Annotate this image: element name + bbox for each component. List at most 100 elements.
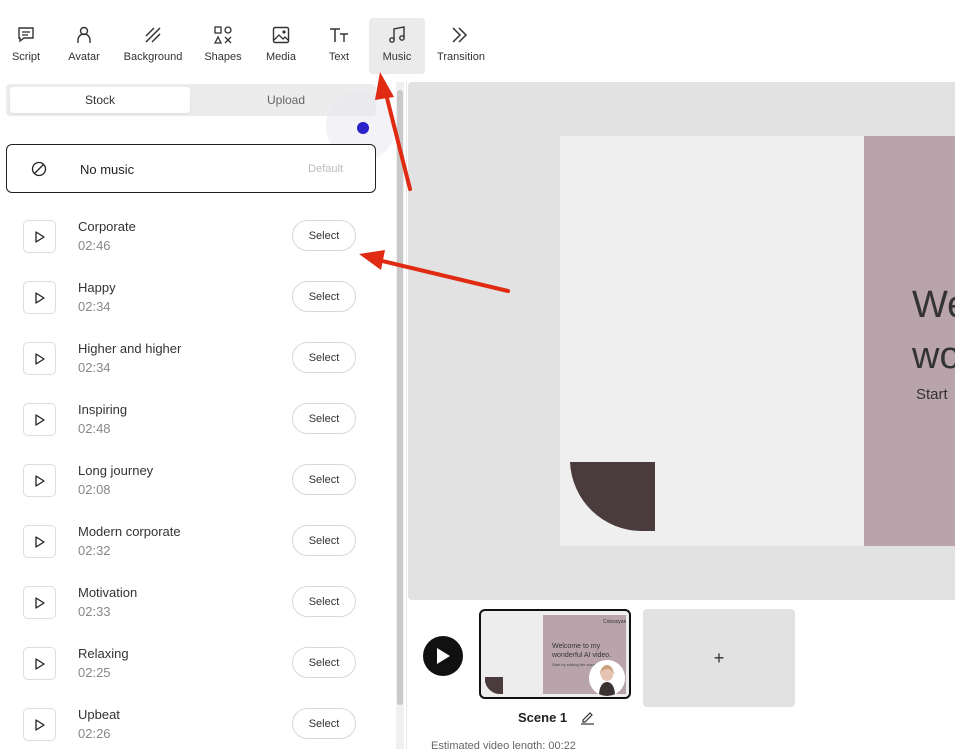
track-item: Modern corporate 02:32 Select bbox=[6, 524, 376, 574]
tool-script[interactable]: Script bbox=[6, 18, 46, 74]
scene-label: Scene 1 bbox=[518, 710, 568, 725]
play-icon bbox=[34, 413, 45, 426]
track-item: Happy 02:34 Select bbox=[6, 280, 376, 330]
track-item: Motivation 02:33 Select bbox=[6, 585, 376, 635]
track-play-button[interactable] bbox=[23, 403, 56, 436]
panel-scrollbar[interactable] bbox=[396, 82, 404, 749]
slide-subtitle[interactable]: Start bbox=[916, 386, 948, 403]
track-name: Modern corporate bbox=[78, 524, 181, 539]
play-icon bbox=[34, 718, 45, 731]
track-name: Upbeat bbox=[78, 707, 120, 722]
track-duration: 02:26 bbox=[78, 726, 111, 741]
track-name: Higher and higher bbox=[78, 341, 182, 356]
edit-icon[interactable] bbox=[580, 710, 595, 725]
play-button[interactable] bbox=[423, 636, 463, 676]
no-music-icon bbox=[31, 161, 47, 177]
tool-label: Text bbox=[328, 51, 350, 63]
play-icon bbox=[34, 535, 45, 548]
track-name: Corporate bbox=[78, 219, 136, 234]
tool-text[interactable]: Text bbox=[322, 18, 356, 74]
tool-label: Music bbox=[382, 51, 412, 63]
thumb-shape bbox=[485, 677, 503, 694]
indicator-dot bbox=[357, 122, 369, 134]
track-duration: 02:46 bbox=[78, 238, 111, 253]
thumb-subtitle: Start by editing the scene bbox=[552, 662, 598, 667]
track-play-button[interactable] bbox=[23, 525, 56, 558]
select-button[interactable]: Select bbox=[292, 403, 356, 434]
tool-label: Shapes bbox=[204, 51, 242, 63]
tool-label: Media bbox=[266, 51, 296, 63]
track-play-button[interactable] bbox=[23, 647, 56, 680]
media-icon bbox=[270, 24, 292, 46]
track-duration: 02:25 bbox=[78, 665, 111, 680]
slide-preview[interactable]: We wo Start bbox=[560, 136, 955, 546]
play-icon bbox=[34, 596, 45, 609]
track-name: Long journey bbox=[78, 463, 154, 478]
estimated-length: Estimated video length: 00:22 bbox=[431, 740, 576, 749]
script-icon bbox=[15, 24, 37, 46]
thumb-logo: Colossyan bbox=[603, 619, 627, 625]
scrollbar-thumb[interactable] bbox=[397, 90, 403, 705]
tool-avatar[interactable]: Avatar bbox=[64, 18, 104, 74]
tab-stock[interactable]: Stock bbox=[10, 87, 190, 113]
track-duration: 02:34 bbox=[78, 299, 111, 314]
tool-label: Transition bbox=[437, 51, 485, 63]
play-icon bbox=[34, 230, 45, 243]
track-play-button[interactable] bbox=[23, 220, 56, 253]
select-button[interactable]: Select bbox=[292, 708, 356, 739]
avatar bbox=[589, 660, 625, 696]
slide-shape[interactable] bbox=[570, 462, 655, 531]
tool-label: Background bbox=[123, 51, 183, 63]
no-music-option[interactable]: No music Default bbox=[6, 144, 376, 193]
panel-divider bbox=[406, 82, 407, 749]
select-button[interactable]: Select bbox=[292, 342, 356, 373]
add-scene-button[interactable]: + bbox=[643, 609, 795, 707]
music-panel: Stock Upload No music Default Corporate … bbox=[0, 82, 393, 749]
toolbar: Script Avatar Background Shapes Media Te… bbox=[0, 0, 955, 78]
play-icon bbox=[34, 657, 45, 670]
track-duration: 02:48 bbox=[78, 421, 111, 436]
play-icon bbox=[34, 474, 45, 487]
track-name: Inspiring bbox=[78, 402, 128, 417]
track-play-button[interactable] bbox=[23, 586, 56, 619]
select-button[interactable]: Select bbox=[292, 220, 356, 251]
track-play-button[interactable] bbox=[23, 342, 56, 375]
track-duration: 02:32 bbox=[78, 543, 111, 558]
text-icon bbox=[328, 24, 350, 46]
background-icon bbox=[142, 24, 164, 46]
thumb-title: Welcome to my wonderful AI video. bbox=[552, 643, 612, 659]
select-button[interactable]: Select bbox=[292, 647, 356, 678]
slide-title[interactable]: We wo bbox=[912, 280, 955, 382]
scene-thumbnail[interactable]: Colossyan Welcome to my wonderful AI vid… bbox=[479, 609, 631, 699]
select-button[interactable]: Select bbox=[292, 281, 356, 312]
select-button[interactable]: Select bbox=[292, 586, 356, 617]
select-button[interactable]: Select bbox=[292, 464, 356, 495]
avatar-icon bbox=[73, 24, 95, 46]
track-item: Corporate 02:46 Select bbox=[6, 219, 376, 269]
tool-media[interactable]: Media bbox=[262, 18, 300, 74]
shapes-icon bbox=[212, 24, 234, 46]
track-play-button[interactable] bbox=[23, 708, 56, 741]
no-music-label: No music bbox=[80, 162, 135, 177]
track-item: Higher and higher 02:34 Select bbox=[6, 341, 376, 391]
music-icon bbox=[386, 24, 408, 46]
tool-label: Avatar bbox=[68, 51, 100, 63]
track-duration: 02:34 bbox=[78, 360, 111, 375]
track-item: Long journey 02:08 Select bbox=[6, 463, 376, 513]
tool-transition[interactable]: Transition bbox=[434, 18, 488, 74]
track-play-button[interactable] bbox=[23, 464, 56, 497]
track-name: Relaxing bbox=[78, 646, 129, 661]
track-play-button[interactable] bbox=[23, 281, 56, 314]
track-name: Happy bbox=[78, 280, 116, 295]
transition-icon bbox=[450, 24, 472, 46]
thumb-accent-panel: Colossyan Welcome to my wonderful AI vid… bbox=[543, 615, 627, 696]
track-item: Relaxing 02:25 Select bbox=[6, 646, 376, 696]
tool-music[interactable]: Music bbox=[369, 18, 425, 74]
track-duration: 02:08 bbox=[78, 482, 111, 497]
track-item: Upbeat 02:26 Select bbox=[6, 707, 376, 749]
track-name: Motivation bbox=[78, 585, 138, 600]
play-icon bbox=[34, 291, 45, 304]
select-button[interactable]: Select bbox=[292, 525, 356, 556]
tool-background[interactable]: Background bbox=[120, 18, 186, 74]
tool-shapes[interactable]: Shapes bbox=[200, 18, 246, 74]
